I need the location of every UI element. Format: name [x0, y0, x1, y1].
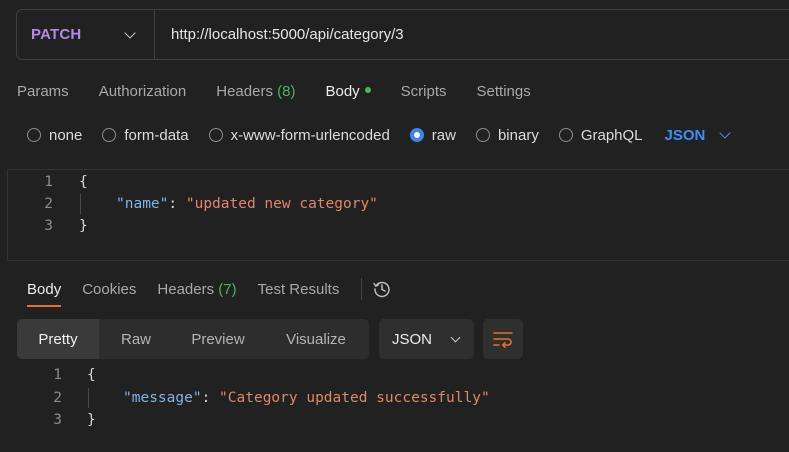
radio-circle-icon[interactable]: [208, 128, 223, 142]
response-format-select[interactable]: JSON: [379, 319, 474, 359]
divider: [361, 278, 363, 300]
line-number: 1: [44, 174, 53, 190]
tab-settings[interactable]: Settings: [477, 83, 531, 100]
line-number: 2: [53, 390, 62, 406]
view-raw[interactable]: Raw: [99, 319, 173, 359]
radio-binary[interactable]: binary: [475, 127, 539, 144]
open-brace: {: [87, 367, 96, 383]
tab-cookies[interactable]: Cookies: [82, 281, 136, 298]
wrap-lines-button[interactable]: [483, 319, 523, 359]
wrap-lines-icon: [493, 332, 513, 348]
close-brace: }: [87, 412, 96, 428]
tab-body[interactable]: Body: [325, 83, 371, 100]
close-brace: }: [79, 218, 88, 234]
method-select[interactable]: PATCH: [17, 10, 155, 59]
chevron-down-icon: [719, 127, 732, 139]
radio-circle-icon[interactable]: [27, 128, 41, 142]
line-number: 1: [53, 367, 62, 383]
method-label: PATCH: [31, 26, 82, 43]
response-tabs: Body Cookies Headers (7) Test Results: [27, 278, 392, 307]
view-preview[interactable]: Preview: [173, 319, 263, 359]
radio-form-data[interactable]: form-data: [102, 127, 189, 144]
json-value: "updated new category": [185, 196, 378, 212]
indent-guide: [88, 388, 89, 408]
chevron-down-icon: [450, 332, 461, 342]
radio-graphql[interactable]: GraphQL: [558, 127, 643, 144]
radio-circle-icon[interactable]: [558, 128, 573, 142]
json-key: "name": [116, 196, 169, 212]
response-body-viewer[interactable]: 1 { 2 "message": "Category updated succe…: [0, 364, 789, 434]
tab-test-results[interactable]: Test Results: [258, 281, 340, 298]
url-input[interactable]: http://localhost:5000/api/category/3: [155, 26, 404, 43]
tab-scripts[interactable]: Scripts: [401, 83, 447, 100]
line-number: 3: [44, 218, 53, 234]
response-view-modes: Pretty Raw Preview Visualize: [17, 319, 369, 359]
line-number: 2: [44, 196, 53, 212]
radio-circle-icon[interactable]: [475, 128, 490, 142]
request-url-bar: PATCH http://localhost:5000/api/category…: [16, 9, 789, 60]
tab-params[interactable]: Params: [17, 83, 69, 100]
chevron-down-icon: [124, 26, 136, 39]
headers-count: (8): [277, 82, 296, 100]
request-tabs: Params Authorization Headers (8) Body Sc…: [17, 79, 561, 103]
open-brace: {: [79, 174, 88, 190]
request-body-editor[interactable]: 1 { 2 "name": "updated new category" 3 }: [7, 169, 789, 261]
line-number: 3: [53, 412, 62, 428]
response-headers-count: (7): [218, 280, 237, 298]
radio-none[interactable]: none: [27, 127, 82, 144]
radio-raw[interactable]: raw: [409, 127, 456, 144]
raw-format-select[interactable]: JSON: [665, 127, 732, 144]
history-icon[interactable]: [372, 279, 392, 299]
body-type-options: none form-data x-www-form-urlencoded raw…: [27, 124, 732, 146]
tab-authorization[interactable]: Authorization: [99, 83, 187, 100]
tab-response-body[interactable]: Body: [27, 281, 62, 307]
view-visualize[interactable]: Visualize: [263, 319, 369, 359]
json-key: "message": [123, 390, 202, 406]
radio-x-www-form-urlencoded[interactable]: x-www-form-urlencoded: [208, 127, 390, 144]
tab-headers[interactable]: Headers (8): [216, 83, 295, 100]
json-value: "Category updated successfully": [219, 390, 490, 406]
radio-circle-icon[interactable]: [102, 128, 117, 142]
radio-checked-icon[interactable]: [409, 128, 424, 142]
view-pretty[interactable]: Pretty: [17, 319, 99, 359]
indent-guide: [80, 194, 81, 214]
tab-response-headers[interactable]: Headers (7): [157, 281, 236, 298]
body-modified-dot-icon: [364, 87, 371, 94]
